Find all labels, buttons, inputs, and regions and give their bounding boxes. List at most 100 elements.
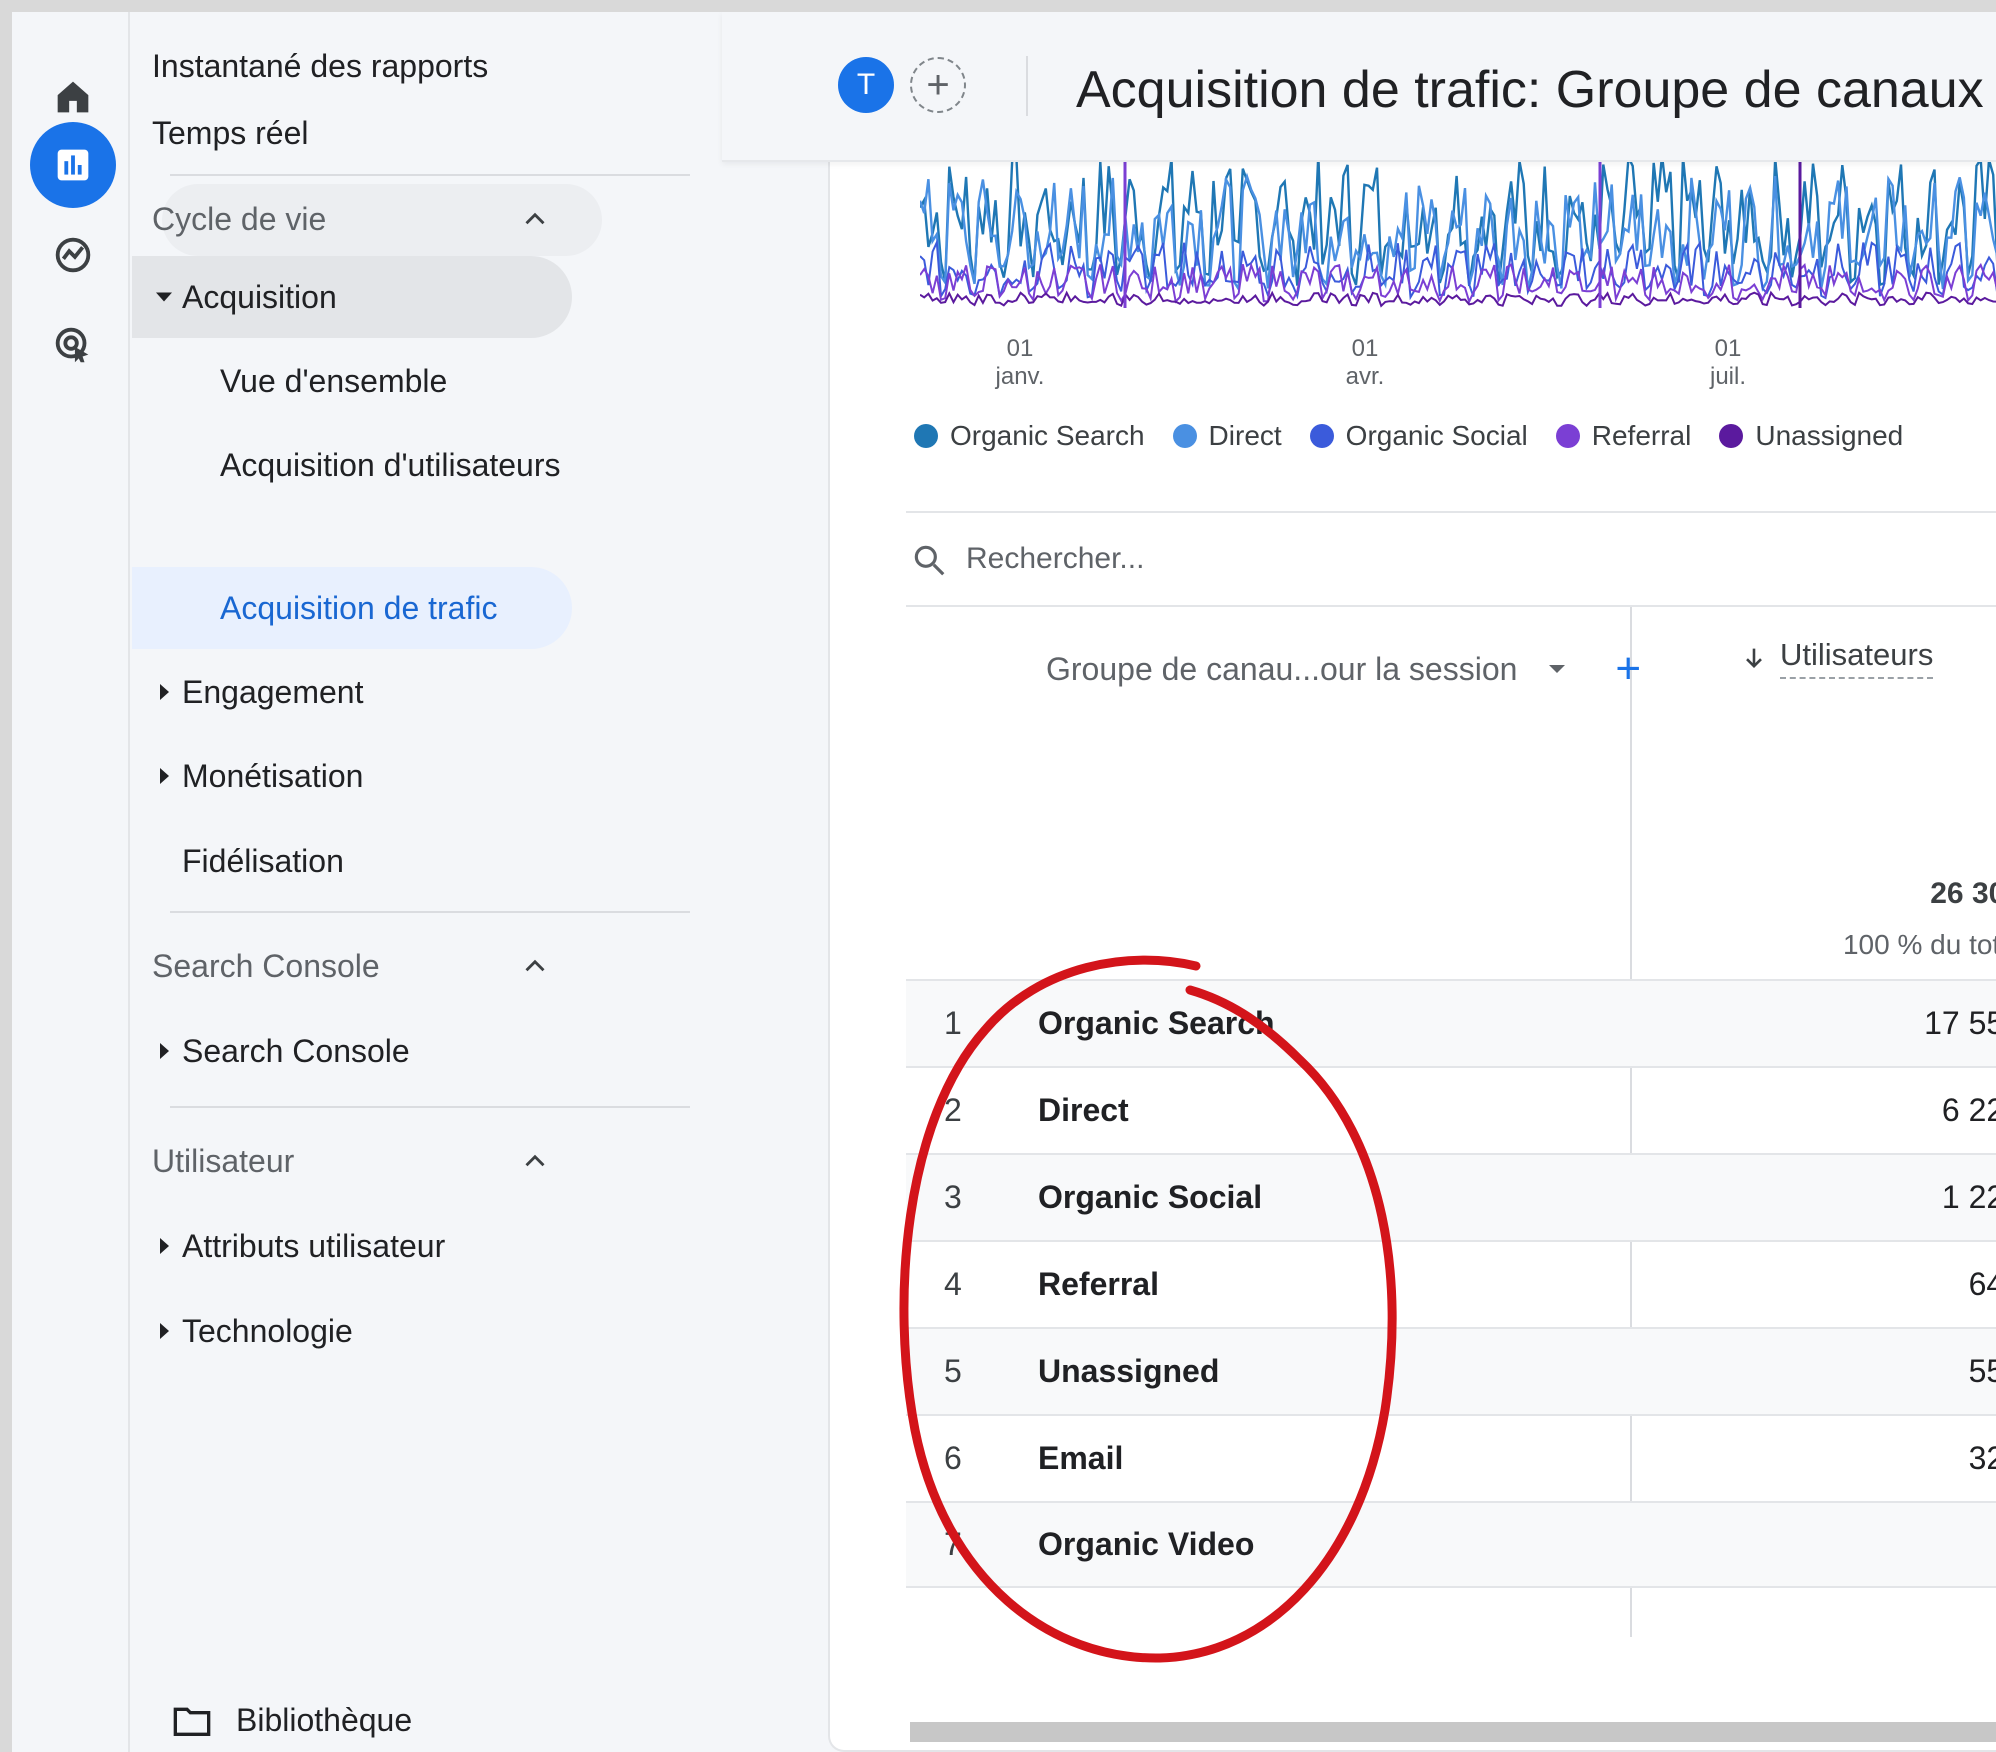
nav-library[interactable]: Bibliothèque [172,1702,412,1739]
nav-user-attributes[interactable]: Attributs utilisateur [132,1205,445,1287]
avatar-letter: T [856,68,876,101]
advertising-icon[interactable] [30,302,116,388]
nav-divider [170,174,690,176]
row-users-value: 6 229 [1941,1092,1996,1128]
row-users-value: 641 [1968,1266,1996,1302]
chart-legend: Organic Search Direct Organic Social Referr… [914,420,1903,452]
nav-user-acquisition[interactable]: Acquisition d'utilisateurs [132,424,561,506]
row-channel-name: Direct [1038,1092,1129,1128]
nav-label: Vue d'ensemble [220,362,448,399]
explore-icon[interactable] [30,212,116,298]
nav-label: Temps réel [152,114,309,151]
table-row[interactable]: 3 Organic Social 1 220 [906,1153,1996,1240]
line-chart: 01janv.01avr.01juil. [920,162,1996,390]
reports-icon[interactable] [30,122,116,208]
legend-dot [1719,424,1744,448]
report-header: T + Acquisition de trafic: Groupe de can… [722,12,1996,162]
search-input[interactable] [966,531,1766,587]
chevron-up-icon [525,1154,545,1167]
row-channel-name: Organic Search [1038,1005,1275,1041]
dropdown-arrow-icon [1549,665,1566,673]
table-body: 1 Organic Search 17 551 2 Direct 6 229 3 Organi… [906,979,1996,1588]
add-dimension-button[interactable]: + [1615,647,1641,691]
metric-header-label: Utilisateurs [1780,637,1934,679]
legend-label: Referral [1591,420,1692,451]
row-rank: 1 [944,1005,962,1041]
nav-label: Engagement [182,673,364,710]
nav-acquisition[interactable]: Acquisition [132,256,337,338]
row-rank: 7 [944,1526,962,1562]
nav-label: Fidélisation [182,842,344,879]
legend-item[interactable]: Referral [1555,420,1692,452]
row-channel-name: Email [1038,1440,1124,1476]
legend-label: Organic Search [950,420,1145,451]
row-rank: 4 [944,1266,962,1302]
row-rank: 3 [944,1179,962,1215]
add-comparison-button[interactable]: + [910,57,966,113]
table-row[interactable]: 6 Email 326 [906,1414,1996,1501]
row-users-value: 1 220 [1941,1179,1996,1215]
header-divider [1026,56,1028,116]
nav-label: Attributs utilisateur [182,1227,446,1264]
section-user[interactable]: Utilisateur [132,1120,552,1202]
nav-monetization[interactable]: Monétisation [132,735,363,817]
table-row[interactable]: 4 Referral 641 [906,1240,1996,1327]
horizontal-scrollbar[interactable] [910,1722,1996,1742]
dimension-header-label: Groupe de canau...our la session [1046,650,1518,687]
table-row[interactable]: 5 Unassigned 557 [906,1327,1996,1414]
row-channel-name: Organic Video [1038,1526,1255,1562]
nav-traffic-acquisition[interactable]: Acquisition de trafic [132,567,497,649]
row-rank: 5 [944,1353,962,1389]
series-line-organic-social [920,238,1996,301]
row-channel-name: Unassigned [1038,1353,1220,1389]
caret-right-icon [160,768,169,784]
left-rail [12,12,130,1752]
series-line-unassigned [920,290,1996,308]
legend-item[interactable]: Organic Search [914,420,1145,452]
row-channel-name: Organic Social [1038,1179,1263,1215]
nav-technology[interactable]: Technologie [132,1290,353,1372]
caret-right-icon [160,684,169,700]
legend-label: Organic Social [1345,420,1528,451]
page-title: Acquisition de trafic: Groupe de canaux [1076,61,1984,119]
report-card: 01 janv. 01 avr. 01 juil. Organic Search Direc… [828,112,1996,1752]
legend-item[interactable]: Organic Social [1309,420,1528,452]
legend-label: Unassigned [1755,420,1904,451]
x-tick-month: janv. [995,363,1045,390]
caret-right-icon [160,1238,169,1254]
table-row[interactable]: 2 Direct 6 229 [906,1066,1996,1153]
nav-label: Technologie [182,1312,353,1349]
row-users-value: 17 551 [1924,1005,1996,1041]
dimension-selector[interactable]: Groupe de canau...our la session + [1046,647,1641,691]
search-icon [914,545,945,576]
nav-search-console[interactable]: Search Console [132,1010,410,1092]
legend-item[interactable]: Direct [1172,420,1282,452]
x-tick-month: juil. [1709,363,1746,390]
nav-retention[interactable]: Fidélisation [132,820,344,902]
section-label: Cycle de vie [152,200,327,237]
search-bar [906,511,1996,607]
nav-engagement[interactable]: Engagement [132,651,363,733]
table-row[interactable]: 7Organic Video7 [906,1501,1996,1588]
section-search-console[interactable]: Search Console [132,925,552,1007]
app-frame: Instantané des rapports Temps réel Cycle… [12,12,1996,1752]
total-users-value: 26 307 [1930,877,1996,910]
legend-dot [1172,424,1197,448]
section-lifecycle[interactable]: Cycle de vie [132,178,552,260]
nav-label: Instantané des rapports [152,47,489,84]
legend-label: Direct [1208,420,1282,451]
caret-right-icon [160,1323,169,1339]
total-percentage: 100 % du total [1842,929,1996,960]
row-users-value: 326 [1968,1440,1996,1476]
table-row[interactable]: 1 Organic Search 17 551 [906,979,1996,1066]
metric-header-users[interactable]: Utilisateurs [1740,637,1934,679]
x-tick-day: 01 [1352,335,1379,362]
comparison-avatar[interactable]: T [838,57,894,113]
legend-dot [1555,424,1580,448]
nav-realtime[interactable]: Temps réel [132,92,309,174]
legend-item[interactable]: Unassigned [1719,420,1903,452]
chevron-up-icon [525,959,545,972]
x-tick-day: 01 [1715,335,1742,362]
legend-dot [914,424,938,448]
nav-overview[interactable]: Vue d'ensemble [132,340,447,422]
